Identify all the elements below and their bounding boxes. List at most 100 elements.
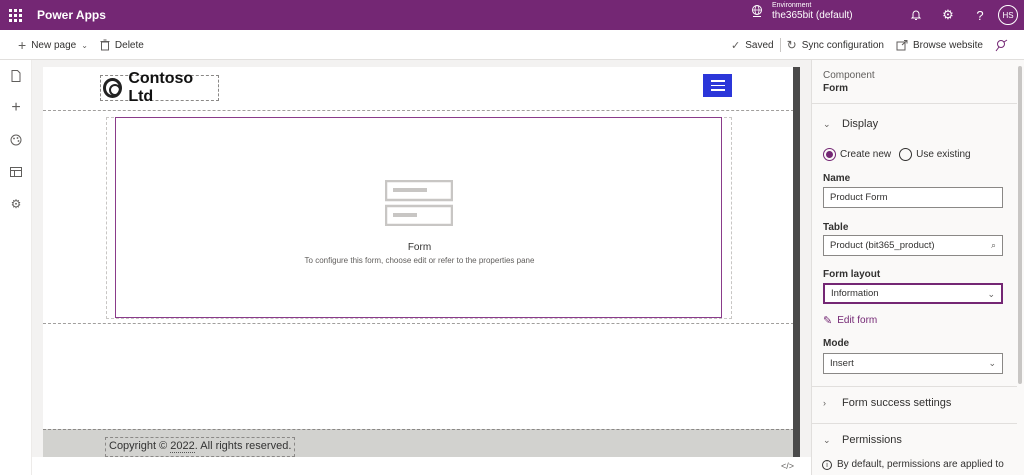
open-external-icon: [896, 39, 908, 50]
form-success-section-label: Form success settings: [842, 397, 952, 409]
new-page-button[interactable]: + New page ⌄: [12, 30, 94, 60]
page-preview: Contoso Ltd Form To configure this form,…: [43, 67, 794, 457]
environment-label: Environment: [772, 2, 812, 9]
help-button[interactable]: ?: [964, 0, 996, 30]
use-existing-label: Use existing: [916, 149, 971, 160]
checkmark-icon: ✓: [731, 39, 741, 52]
data-button[interactable]: [0, 156, 32, 188]
form-source-radio-group: Create new Use existing: [823, 148, 979, 161]
new-page-label: New page: [31, 39, 77, 51]
use-existing-radio[interactable]: [899, 148, 913, 161]
display-section-header[interactable]: ⌄ Display: [823, 118, 878, 130]
form-illustration-icon: [385, 180, 453, 226]
name-input-value: Product Form: [830, 192, 888, 203]
table-lookup[interactable]: Product (bit365_product) ⌕: [823, 235, 1003, 256]
globe-icon: [752, 5, 762, 18]
search-icon: ⌕: [990, 240, 996, 250]
hamburger-menu-button[interactable]: [703, 74, 732, 97]
header-section[interactable]: Contoso Ltd: [43, 67, 794, 111]
code-view-button[interactable]: </>: [781, 461, 794, 471]
page-icon: [11, 70, 21, 82]
panel-scrollbar[interactable]: [1018, 66, 1022, 384]
create-new-radio[interactable]: [823, 148, 836, 161]
create-new-label: Create new: [840, 149, 892, 160]
component-value: Form: [823, 83, 848, 94]
copyright-suffix: . All rights reserved.: [194, 440, 292, 452]
panel-divider: [812, 103, 1017, 104]
site-logo[interactable]: Contoso Ltd: [100, 70, 219, 105]
form-layout-label: Form layout: [823, 269, 881, 280]
table-icon: [10, 167, 22, 177]
sync-icon: ↻: [786, 38, 797, 52]
mode-value: Insert: [830, 358, 854, 369]
chevron-down-icon: ⌄: [81, 40, 88, 50]
code-icon: </>: [781, 461, 795, 471]
trash-icon: [100, 39, 110, 51]
permissions-section-label: Permissions: [842, 434, 902, 446]
mode-dropdown[interactable]: Insert ⌄: [823, 353, 1003, 374]
bell-icon: [910, 10, 922, 20]
menu-icon: [710, 80, 725, 82]
browse-label: Browse website: [912, 39, 983, 51]
browse-website-button[interactable]: Browse website: [890, 30, 989, 60]
component-label: Component: [823, 70, 875, 81]
content-section: Form To configure this form, choose edit…: [43, 111, 794, 324]
permissions-info: i By default, permissions are applied to: [822, 459, 1004, 470]
sync-configuration-button[interactable]: ↻ Sync configuration: [781, 30, 890, 60]
chevron-down-icon: ⌄: [987, 289, 995, 299]
sync-label: Sync configuration: [801, 39, 884, 51]
avatar[interactable]: HS: [998, 5, 1018, 25]
chevron-down-icon: ⌄: [823, 434, 831, 445]
gear-icon: ⚙: [942, 7, 954, 22]
name-input[interactable]: Product Form: [823, 187, 1003, 208]
waffle-icon: [8, 8, 22, 22]
display-section-label: Display: [842, 118, 879, 130]
pages-button[interactable]: [0, 60, 32, 92]
environment-name: the365bit (default): [772, 9, 853, 21]
plus-icon: +: [11, 99, 21, 116]
top-bar: Power Apps Environment the365bit (defaul…: [0, 0, 1024, 30]
logo-text: Contoso Ltd: [128, 70, 194, 105]
chevron-down-icon: ⌄: [988, 358, 996, 368]
notifications-button[interactable]: [900, 0, 932, 30]
permissions-info-text: By default, permissions are applied to: [837, 459, 1004, 470]
app-launcher-button[interactable]: [0, 0, 30, 30]
plus-icon: +: [18, 37, 27, 53]
panel-divider: [812, 386, 1017, 387]
components-button[interactable]: +: [0, 92, 32, 124]
copyright-year: 2022: [170, 440, 195, 453]
table-label: Table: [823, 222, 849, 233]
form-layout-value: Information: [831, 288, 879, 299]
footer-section[interactable]: Copyright © 2022. All rights reserved.: [43, 429, 794, 457]
palette-icon: [10, 134, 22, 146]
name-label: Name: [823, 173, 851, 184]
pencil-icon: ✎: [823, 315, 833, 327]
saved-label: Saved: [745, 39, 774, 51]
delete-button[interactable]: Delete: [94, 30, 150, 60]
form-success-section-header[interactable]: › Form success settings: [823, 397, 951, 409]
permissions-section-header[interactable]: ⌄ Permissions: [823, 434, 902, 446]
chat-button[interactable]: [989, 30, 1014, 60]
set-up-button[interactable]: ⚙: [0, 188, 32, 220]
styling-button[interactable]: [0, 124, 32, 156]
question-icon: ?: [976, 7, 984, 23]
delete-label: Delete: [114, 39, 144, 51]
left-rail: + ⚙: [0, 60, 32, 475]
info-icon: i: [822, 460, 832, 470]
panel-divider: [812, 423, 1017, 424]
mode-label: Mode: [823, 338, 850, 349]
form-placeholder-title: Form: [407, 242, 432, 253]
command-bar: + New page ⌄ Delete ✓ Saved ↻ Sync confi…: [0, 30, 1024, 60]
app-name[interactable]: Power Apps: [37, 8, 106, 22]
settings-button[interactable]: ⚙: [932, 0, 964, 30]
chevron-right-icon: ›: [823, 398, 826, 408]
edit-form-label: Edit form: [837, 315, 878, 326]
chevron-down-icon: ⌄: [823, 118, 831, 129]
saved-status: ✓ Saved: [725, 30, 780, 60]
edit-form-link[interactable]: ✎ Edit form: [823, 314, 877, 327]
form-layout-dropdown[interactable]: Information ⌄: [823, 283, 1003, 304]
environment-picker[interactable]: Environment the365bit (default): [750, 2, 853, 21]
copyright-text[interactable]: Copyright © 2022. All rights reserved.: [105, 437, 296, 457]
form-component[interactable]: Form To configure this form, choose edit…: [115, 117, 722, 318]
canvas-scrollbar[interactable]: [793, 67, 800, 457]
